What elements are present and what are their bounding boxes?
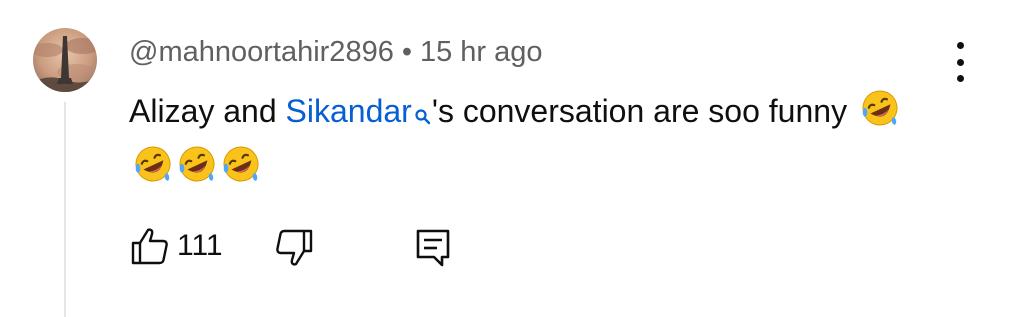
comment-text-part2: 's conversation are soo funny [431, 93, 848, 129]
thumbs-up-icon [131, 228, 168, 265]
like-button[interactable]: 111 [129, 226, 223, 266]
comment-meta: @mahnoortahir2896 • 15 hr ago [129, 33, 543, 71]
more-vertical-icon-dot [956, 42, 964, 49]
more-vertical-icon-dot [956, 75, 964, 82]
thread-line [64, 102, 66, 317]
rolling-on-floor-laughing-icon [221, 144, 261, 198]
rolling-on-floor-laughing-icon [177, 144, 217, 198]
like-count: 111 [177, 229, 223, 262]
more-options-button[interactable] [942, 40, 978, 84]
reply-button[interactable] [415, 228, 451, 273]
thumbs-down-icon [276, 229, 313, 266]
avatar-image [33, 28, 97, 92]
rolling-on-floor-laughing-icon [860, 88, 900, 142]
reply-comment-icon [416, 229, 450, 267]
mention-link[interactable]: Sikandar [286, 93, 412, 129]
meta-separator: • [401, 36, 412, 68]
timestamp: 15 hr ago [419, 36, 543, 68]
comment-text: Alizay and Sikandar 's conversation are s… [129, 86, 909, 198]
more-vertical-icon-dot [956, 58, 964, 66]
rolling-on-floor-laughing-icon [133, 144, 173, 198]
comment-text-part1: Alizay and [129, 93, 286, 129]
search-icon[interactable] [414, 90, 432, 140]
avatar[interactable] [33, 28, 97, 92]
dislike-button[interactable] [275, 228, 315, 273]
author-name[interactable]: @mahnoortahir2896 [129, 36, 394, 68]
